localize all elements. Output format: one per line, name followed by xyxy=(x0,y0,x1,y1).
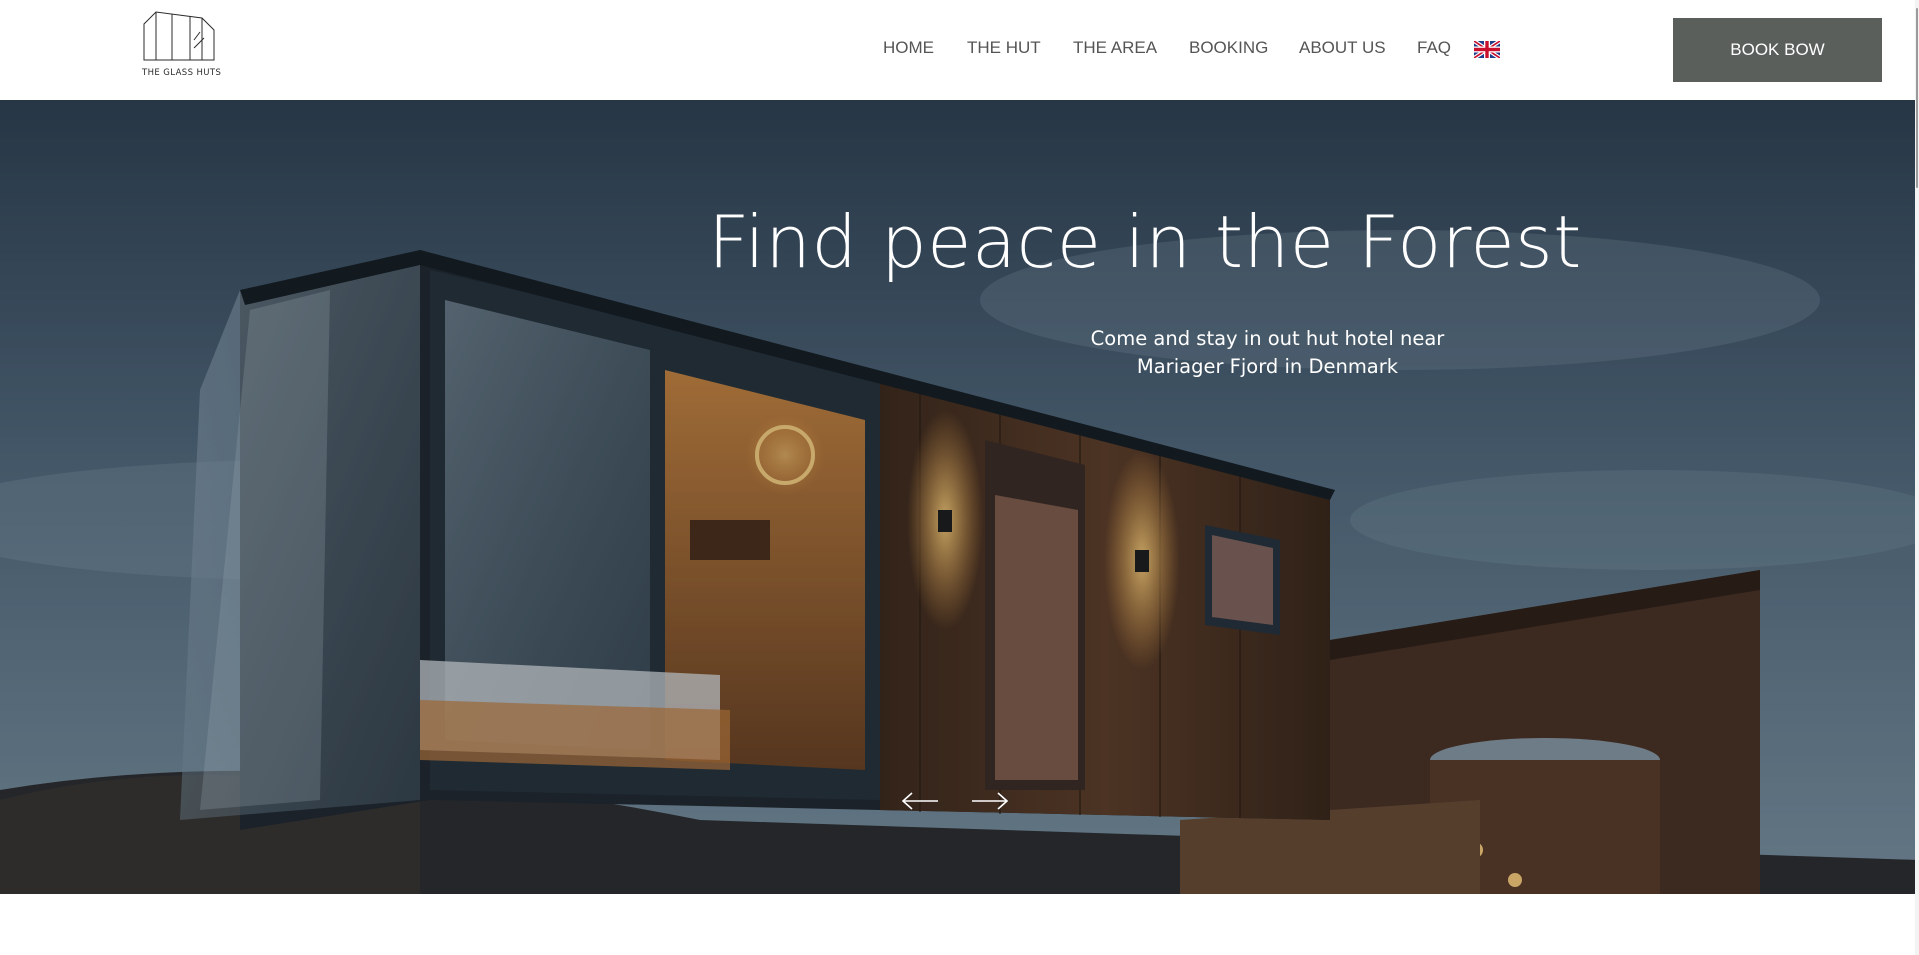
hero-subtitle-line-1: Come and stay in out hut hotel near xyxy=(1090,327,1445,350)
nav-item-home[interactable]: HOME xyxy=(883,38,934,58)
hero-subtitle-line-2: Mariager Fjord in Denmark xyxy=(1136,355,1399,378)
arrow-left-icon[interactable] xyxy=(900,790,940,812)
nav-item-the-area[interactable]: THE AREA xyxy=(1073,38,1157,58)
glass-hut-logo-icon xyxy=(143,11,215,61)
hero-section: Find peace in the Forest Come and stay i… xyxy=(0,100,1919,894)
nav-item-booking[interactable]: BOOKING xyxy=(1189,38,1268,58)
scrollbar[interactable] xyxy=(1915,0,1919,955)
book-button[interactable]: BOOK BOW xyxy=(1673,18,1882,82)
logo-text: THE GLASS HUTS xyxy=(142,68,222,78)
hero-subtitle: Come and stay in out hut hotel near Mari… xyxy=(1040,325,1495,381)
uk-flag-icon[interactable] xyxy=(1472,39,1502,60)
site-header: THE GLASS HUTS HOME THE HUT THE AREA BOO… xyxy=(0,0,1919,100)
scrollbar-thumb[interactable] xyxy=(1916,8,1918,188)
hero-title: Find peace in the Forest xyxy=(708,200,1582,284)
nav-item-about-us[interactable]: ABOUT US xyxy=(1299,38,1386,58)
nav-item-the-hut[interactable]: THE HUT xyxy=(967,38,1041,58)
arrow-right-icon[interactable] xyxy=(970,790,1010,812)
logo[interactable]: THE GLASS HUTS xyxy=(142,10,222,82)
nav-item-faq[interactable]: FAQ xyxy=(1417,38,1451,58)
